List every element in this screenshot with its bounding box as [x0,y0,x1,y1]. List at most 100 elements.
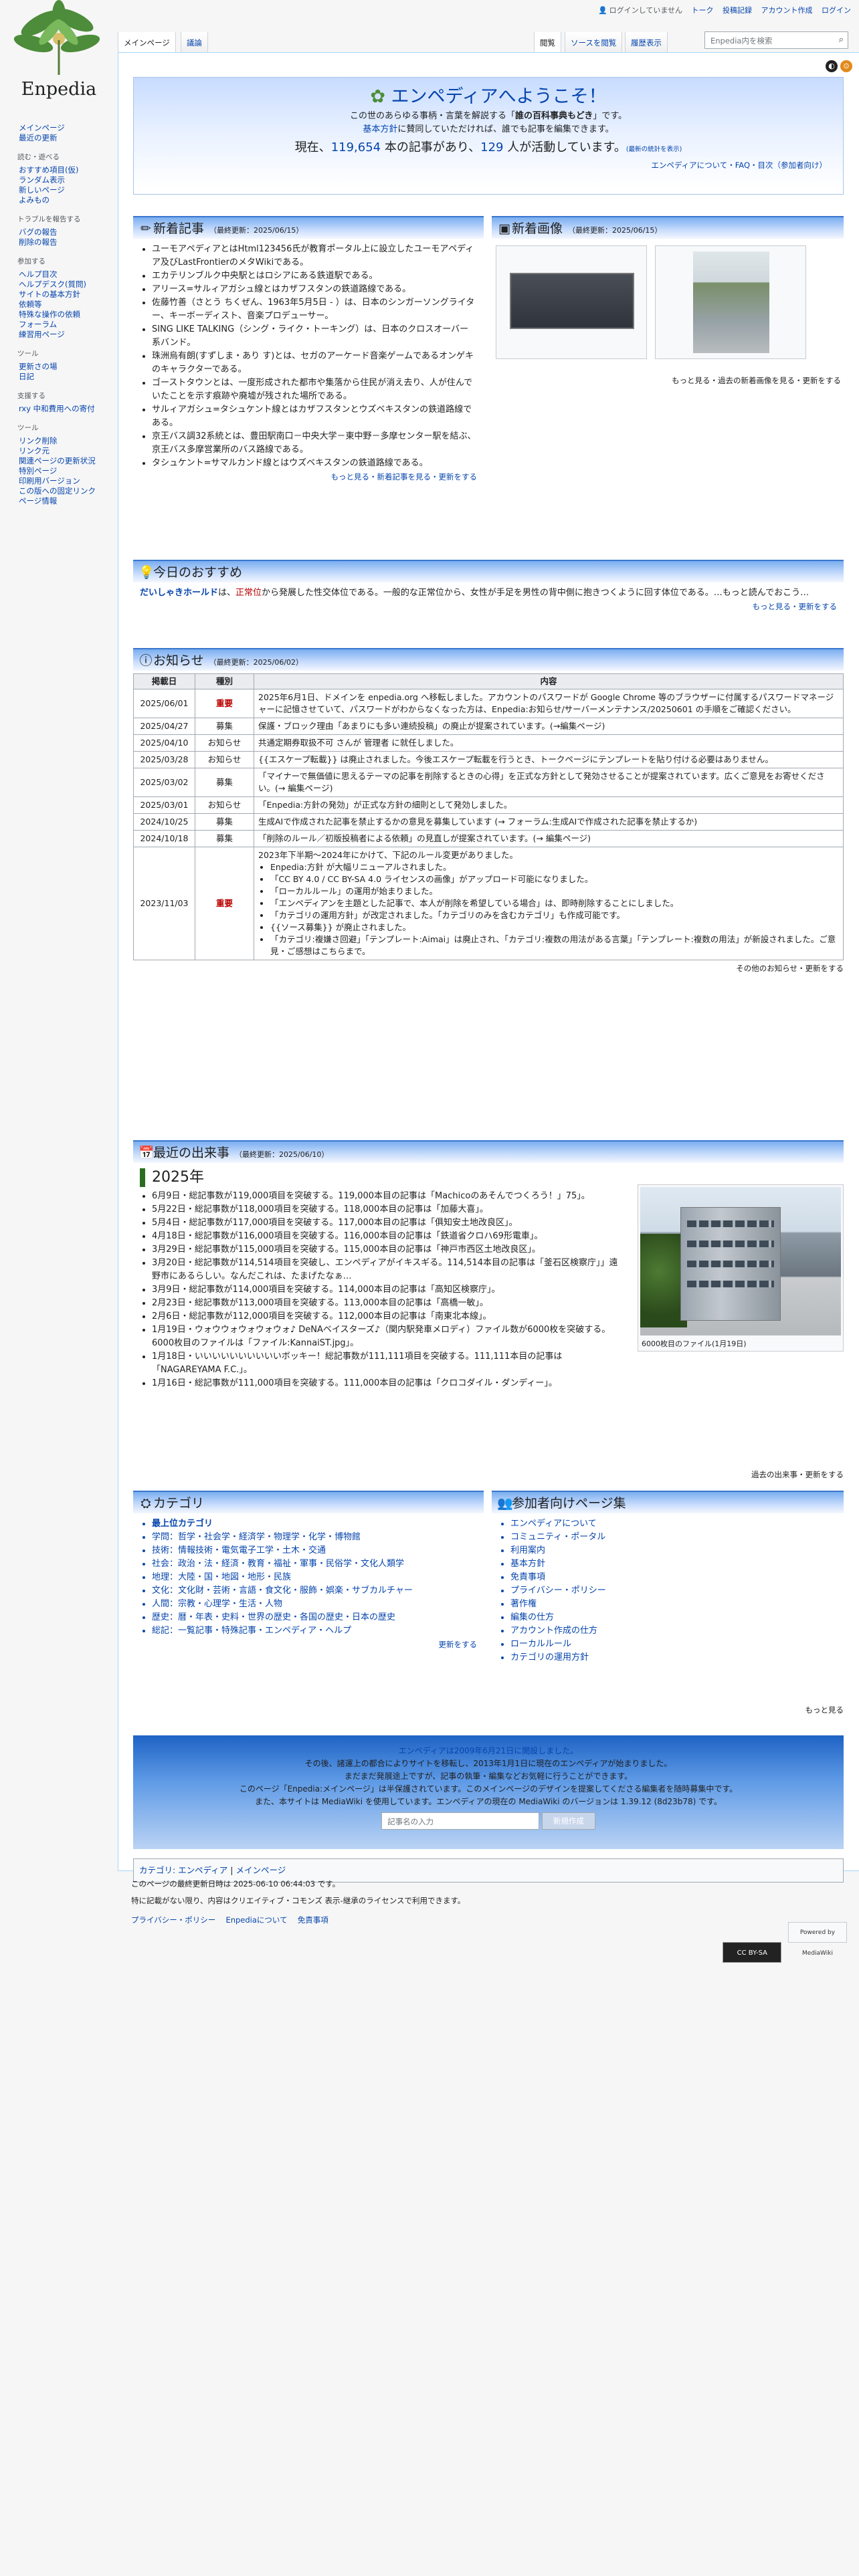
sidebar-item[interactable]: 練習用ページ [19,330,118,340]
sidebar-item[interactable]: リンク元 [19,446,118,456]
new-article-item[interactable]: ゴーストタウンとは、一度形成された都市や集落から住民が消え去り、人が住んでいたこ… [152,377,477,403]
site-logo[interactable]: Enpedia [0,0,118,107]
sidebar-item[interactable]: 新しいページ [19,185,118,195]
category-row[interactable]: 学問：哲学・社会学・経済学・物理学・化学・博物館 [152,1531,477,1544]
recent-item[interactable]: 2月6日・総記事数が112,000項目を突破する。112,000本目の記事は「南… [152,1310,622,1323]
sidebar-item[interactable]: よみもの [19,195,118,205]
sidebar-item[interactable]: リンク削除 [19,436,118,446]
new-article-item[interactable]: 珠洲烏有朗(すずしま・あり す)とは、セガのアーケード音楽ゲームであるオンゲキの… [152,350,477,377]
notice-subitem[interactable]: Enpedia:方針 が大幅リニューアルされました。 [270,861,839,873]
notice-subitem[interactable]: 「エンペディアンを主題とした記事で、本人が削除を希望している場合」は、即時削除す… [270,897,839,909]
recent-item[interactable]: 1月16日・総記事数が111,000項目を突破する。111,000本目の記事は「… [152,1377,622,1390]
user-count[interactable]: 129 [480,140,503,154]
notice-subitem[interactable]: 「カテゴリの運用方針」が改定されました。「カテゴリのみを含むカテゴリ」も作成可能… [270,909,839,922]
about-link[interactable]: Enpediaについて [225,1915,287,1925]
tab-main-page[interactable]: メインページ [118,32,176,52]
recent-item[interactable]: 2月23日・総記事数が113,000項目を突破する。113,000本目の記事は「… [152,1297,622,1310]
recent-photo[interactable]: 6000枚目のファイル(1月19日) [638,1184,844,1352]
new-images-more[interactable]: もっと見る・過去の新着画像を見る・更新をする [672,375,841,386]
participant-link[interactable]: 著作権 [510,1598,837,1611]
participant-link[interactable]: 編集の仕方 [510,1611,837,1624]
sidebar-item[interactable]: この版への固定リンク [19,486,118,496]
category-row[interactable]: 技術：情報技術・電気電子工学・土木・交通 [152,1544,477,1558]
new-articles-more[interactable]: もっと見る・新着記事を見る・更新をする [140,470,478,484]
category-row[interactable]: 文化：文化財・芸術・言語・食文化・服飾・娯楽・サブカルチャー [152,1584,477,1598]
new-article-item[interactable]: SING LIKE TALKING（シング・ライク・トーキング）は、日本のクロス… [152,323,477,350]
recent-item[interactable]: 3月29日・総記事数が115,000項目を突破する。115,000本目の記事は「… [152,1243,622,1257]
participant-link[interactable]: 基本方針 [510,1558,837,1571]
sidebar-item[interactable]: サイトの基本方針 [19,290,118,300]
contribs-link[interactable]: 投稿記録 [723,6,752,15]
new-article-item[interactable]: ユーモアペディアとはHtml123456氏が教育ポータル上に設立したユーモアペデ… [152,243,477,270]
privacy-link[interactable]: プライバシー・ポリシー [131,1915,215,1925]
notice-text[interactable]: 生成AIで作成された記事を禁止するかの意見を募集しています (→ フォーラム:生… [254,813,844,831]
recent-item[interactable]: 1月18日・いいいいいいいいいいボッキー！総記事数が111,111項目を突破する… [152,1350,622,1377]
talk-link[interactable]: トーク [692,6,714,15]
policy-link[interactable]: 基本方針 [363,124,397,134]
participant-link[interactable]: 免責事項 [510,1571,837,1584]
recommend-article-link[interactable]: だいしゃきホールド [140,588,218,598]
new-article-item[interactable]: アリース=サルィアガシュ線とはカザフスタンの鉄道路線である。 [152,283,477,296]
article-count[interactable]: 119,654 [331,140,381,154]
recommend-redlink[interactable]: 正常位 [235,588,262,598]
recent-item[interactable]: 5月22日・総記事数が118,000項目を突破する。118,000本目の記事は「… [152,1203,622,1216]
notice-text[interactable]: 「マイナーで無価値に思えるテーマの記事を削除するときの心得」を正式な方針として発… [254,768,844,797]
tab-history[interactable]: 履歴表示 [625,32,668,52]
new-image-2[interactable] [655,245,806,359]
category-row[interactable]: 地理：大陸・国・地図・地形・民族 [152,1571,477,1584]
notice-text[interactable]: 「削除のルール／初版投稿者による依頼」の見直しが提案されています。(→ 編集ペー… [254,830,844,847]
recent-item[interactable]: 5月4日・総記事数が117,000項目を突破する。117,000本目の記事は「俱… [152,1216,622,1230]
participant-link[interactable]: ローカルルール [510,1638,837,1651]
participants-more[interactable]: もっと見る [805,1705,844,1715]
participant-link[interactable]: カテゴリの運用方針 [510,1651,837,1665]
sidebar-item[interactable]: 削除の報告 [19,237,118,247]
create-article-button[interactable]: 新規作成 [541,1812,595,1830]
sidebar-item[interactable]: 更新さの場 [19,362,118,372]
sidebar-item[interactable]: 特殊な操作の依頼 [19,310,118,320]
recent-item[interactable]: 4月18日・総記事数が116,000項目を突破する。116,000本目の記事は「… [152,1230,622,1243]
new-article-item[interactable]: 京王バス調32系統とは、豊田駅南口－中央大学－東中野－多摩センター駅を結ぶ、京王… [152,430,477,457]
new-article-item[interactable]: サルィアガシュ=タシュケント線とはカザフスタンとウズベキスタンの鉄道路線である。 [152,403,477,430]
recent-item[interactable]: 3月20日・総記事数が114,514項目を突破し、エンペディアがイキスギる。11… [152,1257,622,1283]
recent-item[interactable]: 6月9日・総記事数が119,000項目を突破する。119,000本目の記事は「M… [152,1190,622,1203]
sidebar-item[interactable]: rxy 中和費用への寄付 [19,404,118,414]
sidebar-item[interactable]: ヘルプ目次 [19,270,118,280]
sidebar-item[interactable]: 依頼等 [19,300,118,310]
recent-more[interactable]: 過去の出来事・更新をする [751,1469,844,1480]
notice-subitem[interactable]: {{ソース募集}} が廃止されました。 [270,922,839,934]
sidebar-item[interactable]: 関連ページの更新状況 [19,456,118,466]
sidebar-item[interactable]: フォーラム [19,320,118,330]
notice-text[interactable]: 2025年6月1日、ドメインを enpedia.org へ移転しました。アカウン… [254,689,844,718]
sidebar-item[interactable]: 特別ページ [19,466,118,476]
notice-text[interactable]: 保護・ブロック理由「あまりにも多い連続投稿」の廃止が提案されています。(→編集ペ… [254,718,844,735]
notices-more[interactable]: その他のお知らせ・更新をする [133,963,844,974]
participant-link[interactable]: コミュニティ・ポータル [510,1531,837,1544]
participant-link[interactable]: エンペディアについて [510,1517,837,1531]
new-article-item[interactable]: タシュケント=サマルカンド線とはウズベキスタンの鉄道路線である。 [152,457,477,470]
category-row[interactable]: 最上位カテゴリ [152,1517,477,1531]
notice-subitem[interactable]: 「ローカルルール」の運用が始まりました。 [270,885,839,897]
search-input[interactable]: Enpedia内を検索 ⌕ [704,31,848,49]
notice-text[interactable]: {{エスケープ転載}} は廃止されました。今後エスケープ転載を行うとき、トークペ… [254,751,844,768]
category-link-enpedia[interactable]: カテゴリ: エンペディア [139,1865,227,1875]
sidebar-item[interactable]: ランダム表示 [19,175,118,185]
category-row[interactable]: 社会：政治・法・経済・教育・福祉・軍事・民俗学・文化人類学 [152,1558,477,1571]
notice-text[interactable]: 「Enpedia:方針の発効」が正式な方針の細則として発効しました。 [254,796,844,814]
recent-item[interactable]: 3月9日・総記事数が114,000項目を突破する。114,000本目の記事は「高… [152,1283,622,1297]
tab-read[interactable]: 閲覧 [534,32,561,52]
participant-link[interactable]: アカウント作成の仕方 [510,1624,837,1638]
stats-refresh-link[interactable]: (最新の統計を表示) [626,146,682,153]
info-line-1-text[interactable]: エンペディアは2009年6月21日に開設しました。 [399,1746,579,1755]
sidebar-item[interactable]: ページ情報 [19,496,118,506]
disclaimer-link[interactable]: 免責事項 [298,1915,328,1925]
sidebar-item[interactable]: おすすめ項目(仮) [19,165,118,175]
new-article-item[interactable]: 佐藤竹善（さとう ちくぜん、1963年5月5日 - ）は、日本のシンガーソングラ… [152,296,477,323]
tab-view-source[interactable]: ソースを閲覧 [565,32,623,52]
search-icon[interactable]: ⌕ [839,35,844,45]
participant-link[interactable]: プライバシー・ポリシー [510,1584,837,1598]
powered-by-mediawiki-badge[interactable]: Powered by MediaWiki [788,1922,847,1957]
category-row[interactable]: 総記：一覧記事・特殊記事・エンペディア・ヘルプ [152,1624,477,1638]
recent-item[interactable]: 1月19日・ウォウウォウォウォウォ♪ DeNAベイスターズ♪（関内駅発車メロディ… [152,1323,622,1350]
create-account-link[interactable]: アカウント作成 [761,6,813,15]
sidebar-item[interactable]: 日記 [19,372,118,382]
